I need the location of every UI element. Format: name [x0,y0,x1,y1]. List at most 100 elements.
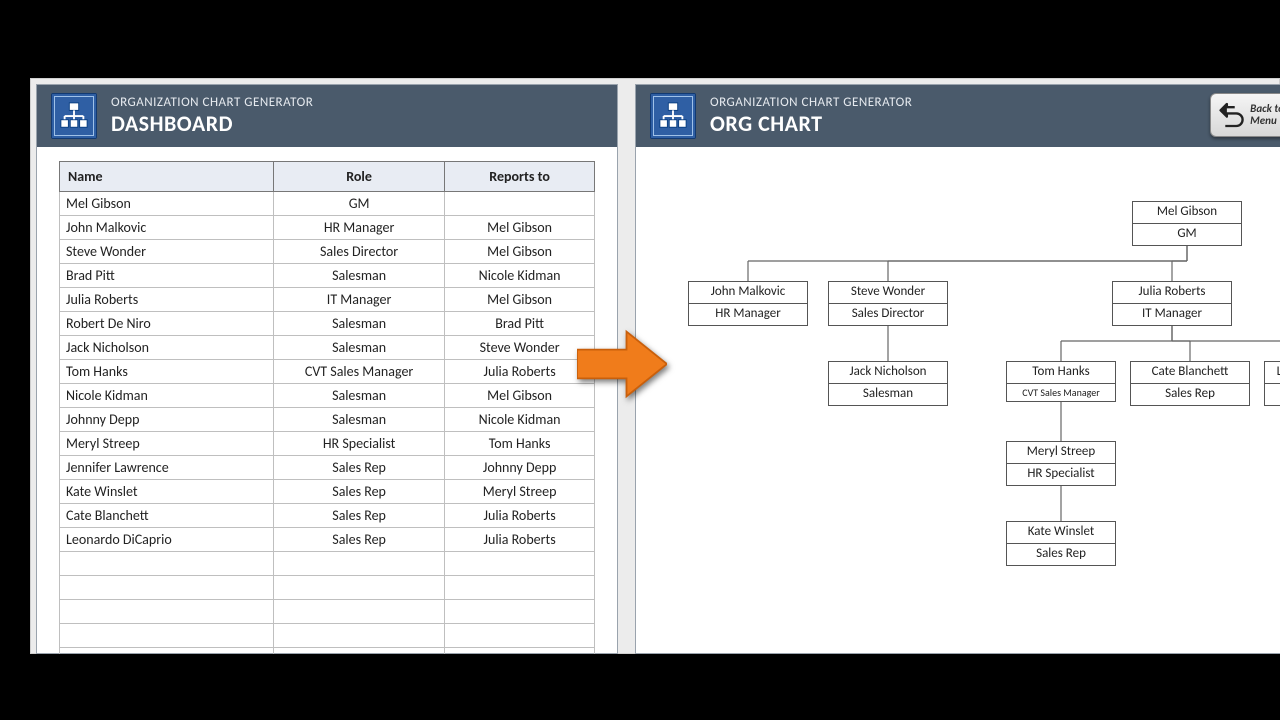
table-cell[interactable]: IT Manager [274,288,445,312]
table-cell[interactable] [60,648,274,655]
table-cell[interactable]: Leonardo DiCaprio [60,528,274,552]
table-row[interactable]: John MalkovicHR ManagerMel Gibson [60,216,595,240]
table-cell[interactable] [60,624,274,648]
org-node-name: Kate Winslet [1007,522,1115,544]
table-cell[interactable] [445,624,595,648]
org-node[interactable]: Jack NicholsonSalesman [828,361,948,406]
column-header[interactable]: Reports to [445,162,595,192]
table-cell[interactable] [274,576,445,600]
table-cell[interactable]: Mel Gibson [445,288,595,312]
table-cell[interactable]: Mel Gibson [445,240,595,264]
table-cell[interactable]: Sales Rep [274,480,445,504]
table-cell[interactable] [445,648,595,655]
table-cell[interactable]: Jennifer Lawrence [60,456,274,480]
table-cell[interactable] [274,600,445,624]
orgchart-suptitle: ORGANIZATION CHART GENERATOR [710,96,912,111]
table-cell[interactable]: Nicole Kidman [445,408,595,432]
employee-table[interactable]: NameRoleReports to Mel GibsonGMJohn Malk… [59,161,595,654]
org-node[interactable]: Mel GibsonGM [1132,201,1242,246]
table-row[interactable] [60,624,595,648]
table-cell[interactable]: Brad Pitt [445,312,595,336]
table-cell[interactable]: Cate Blanchett [60,504,274,528]
table-cell[interactable]: Tom Hanks [60,360,274,384]
table-row[interactable]: Johnny DeppSalesmanNicole Kidman [60,408,595,432]
orgchart-panel: ORGANIZATION CHART GENERATOR ORG CHART B… [635,84,1280,654]
table-cell[interactable] [445,576,595,600]
table-row[interactable]: Meryl StreepHR SpecialistTom Hanks [60,432,595,456]
table-cell[interactable]: Jack Nicholson [60,336,274,360]
table-cell[interactable]: Sales Rep [274,504,445,528]
org-node[interactable]: Steve WonderSales Director [828,281,948,326]
table-cell[interactable]: Robert De Niro [60,312,274,336]
table-cell[interactable] [445,192,595,216]
table-cell[interactable]: Salesman [274,384,445,408]
table-cell[interactable]: Salesman [274,312,445,336]
column-header[interactable]: Role [274,162,445,192]
table-row[interactable] [60,600,595,624]
table-cell[interactable]: Salesman [274,264,445,288]
table-cell[interactable]: CVT Sales Manager [274,360,445,384]
table-row[interactable]: Robert De NiroSalesmanBrad Pitt [60,312,595,336]
table-row[interactable]: Jack NicholsonSalesmanSteve Wonder [60,336,595,360]
table-cell[interactable] [274,648,445,655]
table-cell[interactable] [445,552,595,576]
table-row[interactable]: Cate BlanchettSales RepJulia Roberts [60,504,595,528]
table-row[interactable]: Leonardo DiCaprioSales RepJulia Roberts [60,528,595,552]
table-cell[interactable]: GM [274,192,445,216]
table-cell[interactable] [60,600,274,624]
table-cell[interactable]: Julia Roberts [60,288,274,312]
table-cell[interactable]: HR Manager [274,216,445,240]
table-row[interactable]: Steve WonderSales DirectorMel Gibson [60,240,595,264]
org-node[interactable]: LeoS [1264,361,1280,406]
table-cell[interactable] [274,624,445,648]
table-row[interactable]: Mel GibsonGM [60,192,595,216]
table-cell[interactable]: Johnny Depp [60,408,274,432]
table-cell[interactable]: Steve Wonder [445,336,595,360]
org-node-role: GM [1133,224,1241,245]
org-node[interactable]: Julia RobertsIT Manager [1112,281,1232,326]
table-cell[interactable]: Sales Rep [274,456,445,480]
table-row[interactable] [60,552,595,576]
table-cell[interactable]: Kate Winslet [60,480,274,504]
table-row[interactable]: Tom HanksCVT Sales ManagerJulia Roberts [60,360,595,384]
table-cell[interactable]: Julia Roberts [445,360,595,384]
org-node[interactable]: Tom HanksCVT Sales Manager [1006,361,1116,402]
table-row[interactable] [60,648,595,655]
back-to-menu-button[interactable]: Back to Menu [1210,93,1280,137]
org-chart-canvas[interactable]: Mel GibsonGM John MalkovicHR Manager Steve… [658,161,1280,654]
table-cell[interactable]: Sales Rep [274,528,445,552]
table-cell[interactable]: Meryl Streep [445,480,595,504]
column-header[interactable]: Name [60,162,274,192]
table-cell[interactable]: Julia Roberts [445,528,595,552]
org-node[interactable]: Kate WinsletSales Rep [1006,521,1116,566]
table-cell[interactable]: Tom Hanks [445,432,595,456]
table-row[interactable]: Nicole KidmanSalesmanMel Gibson [60,384,595,408]
table-cell[interactable]: Mel Gibson [60,192,274,216]
table-cell[interactable] [60,576,274,600]
table-row[interactable]: Jennifer LawrenceSales RepJohnny Depp [60,456,595,480]
table-cell[interactable]: Mel Gibson [445,384,595,408]
table-row[interactable]: Brad PittSalesmanNicole Kidman [60,264,595,288]
table-cell[interactable]: Johnny Depp [445,456,595,480]
org-node[interactable]: Cate BlanchettSales Rep [1130,361,1250,406]
table-cell[interactable] [445,600,595,624]
table-cell[interactable]: Julia Roberts [445,504,595,528]
table-cell[interactable]: John Malkovic [60,216,274,240]
table-cell[interactable]: Salesman [274,408,445,432]
table-cell[interactable]: Nicole Kidman [445,264,595,288]
org-node[interactable]: Meryl StreepHR Specialist [1006,441,1116,486]
table-cell[interactable]: Salesman [274,336,445,360]
table-cell[interactable]: Meryl Streep [60,432,274,456]
table-cell[interactable] [60,552,274,576]
table-cell[interactable] [274,552,445,576]
table-cell[interactable]: Brad Pitt [60,264,274,288]
table-cell[interactable]: HR Specialist [274,432,445,456]
table-row[interactable] [60,576,595,600]
table-row[interactable]: Julia RobertsIT ManagerMel Gibson [60,288,595,312]
table-cell[interactable]: Nicole Kidman [60,384,274,408]
table-cell[interactable]: Steve Wonder [60,240,274,264]
org-node[interactable]: John MalkovicHR Manager [688,281,808,326]
table-row[interactable]: Kate WinsletSales RepMeryl Streep [60,480,595,504]
table-cell[interactable]: Sales Director [274,240,445,264]
table-cell[interactable]: Mel Gibson [445,216,595,240]
